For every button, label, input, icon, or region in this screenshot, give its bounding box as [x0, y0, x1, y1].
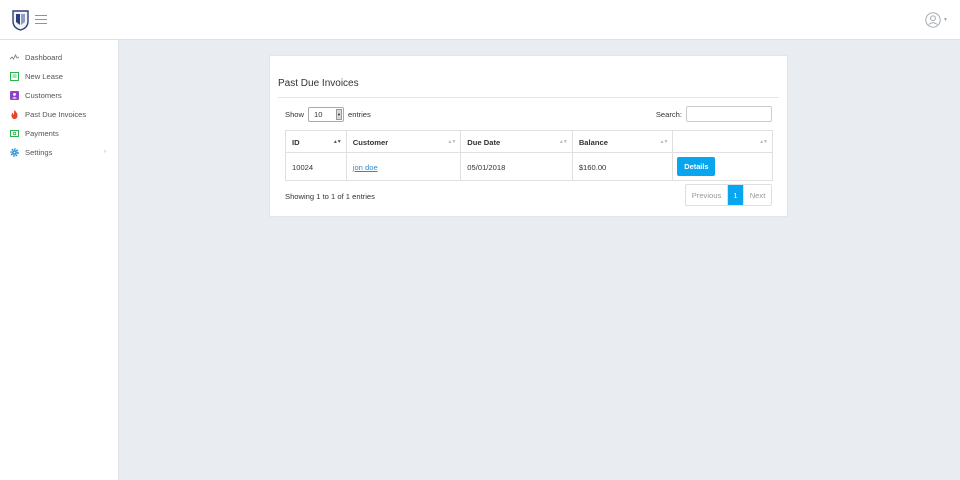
chevron-down-icon: ▼ — [336, 109, 342, 120]
user-menu[interactable]: ▼ — [925, 12, 948, 28]
sidebar-item-label: Payments — [25, 129, 59, 138]
entries-length-control: Show 10 ▼ entries — [285, 107, 371, 122]
sidebar-item-label: Past Due Invoices — [25, 110, 87, 119]
sidebar-item-payments[interactable]: Payments — [0, 124, 118, 143]
past-due-invoices-panel: Past Due Invoices Show 10 ▼ entries Sear… — [269, 55, 788, 217]
details-button[interactable]: Details — [677, 157, 716, 176]
search-label: Search: — [655, 109, 682, 119]
column-header-actions[interactable]: ▲▼ — [673, 131, 772, 153]
entries-select-value: 10 — [314, 110, 323, 119]
search-control: Search: — [656, 106, 772, 122]
customer-link[interactable]: jon doe — [353, 163, 378, 172]
sidebar-item-label: New Lease — [25, 72, 63, 81]
gear-icon — [10, 148, 19, 157]
shield-logo-icon[interactable] — [12, 9, 29, 31]
money-icon — [10, 130, 19, 137]
divider — [278, 97, 779, 98]
sort-ascending-icon: ▲▼ — [332, 139, 342, 145]
sidebar-item-past-due-invoices[interactable]: Past Due Invoices — [0, 105, 118, 124]
column-header-balance[interactable]: Balance ▲▼ — [572, 131, 674, 153]
activity-icon — [10, 53, 19, 60]
next-page-button[interactable]: Next — [743, 185, 771, 205]
sort-icon: ▲▼ — [447, 139, 456, 145]
chevron-right-icon: › — [104, 149, 106, 155]
column-header-id[interactable]: ID ▲▼ — [286, 131, 347, 153]
sidebar: Dashboard New Lease Customers Past Due I… — [0, 40, 119, 480]
person-icon — [10, 91, 19, 100]
table-info: Showing 1 to 1 of 1 entries — [285, 192, 375, 201]
top-bar: ▼ — [0, 0, 960, 40]
previous-page-button[interactable]: Previous — [686, 185, 728, 205]
pagination: Previous 1 Next — [685, 184, 772, 206]
entries-select[interactable]: 10 ▼ — [308, 107, 344, 122]
sort-icon: ▲▼ — [759, 139, 768, 145]
page-title: Past Due Invoices — [278, 78, 359, 89]
sidebar-item-dashboard[interactable]: Dashboard — [0, 48, 118, 67]
cell-due-date: 05/01/2018 — [461, 153, 573, 180]
sidebar-item-settings[interactable]: Settings › — [0, 143, 118, 162]
fire-icon — [11, 110, 18, 119]
column-header-due-date[interactable]: Due Date ▲▼ — [461, 131, 573, 153]
sidebar-item-label: Dashboard — [25, 53, 63, 62]
sidebar-item-label: Settings — [25, 148, 53, 157]
sidebar-item-new-lease[interactable]: New Lease — [0, 67, 118, 86]
page-1-button[interactable]: 1 — [728, 185, 743, 205]
document-icon — [10, 72, 19, 81]
cell-customer: jon doe — [347, 153, 462, 180]
search-input[interactable] — [686, 106, 772, 122]
user-avatar-icon[interactable] — [925, 12, 941, 28]
sort-icon: ▲▼ — [659, 139, 669, 145]
table-header-row: ID ▲▼ Customer ▲▼ Due Date ▲▼ Balance ▲▼ ▲▼ — [286, 131, 772, 153]
hamburger-icon[interactable] — [35, 15, 47, 25]
cell-balance: $160.00 — [573, 153, 674, 180]
invoices-table: ID ▲▼ Customer ▲▼ Due Date ▲▼ Balance ▲▼ ▲▼ … — [285, 130, 773, 181]
entries-label: entries — [348, 110, 371, 119]
cell-id: 10024 — [286, 153, 347, 180]
sidebar-item-customers[interactable]: Customers — [0, 86, 118, 105]
sidebar-item-label: Customers — [25, 91, 62, 100]
show-label: Show — [285, 110, 304, 119]
column-header-customer[interactable]: Customer ▲▼ — [346, 131, 462, 153]
cell-actions: Details — [673, 153, 772, 180]
table-row: 10024 jon doe 05/01/2018 $160.00 Details — [286, 153, 772, 180]
chevron-down-icon: ▼ — [943, 17, 948, 23]
sort-icon: ▲▼ — [558, 139, 568, 145]
